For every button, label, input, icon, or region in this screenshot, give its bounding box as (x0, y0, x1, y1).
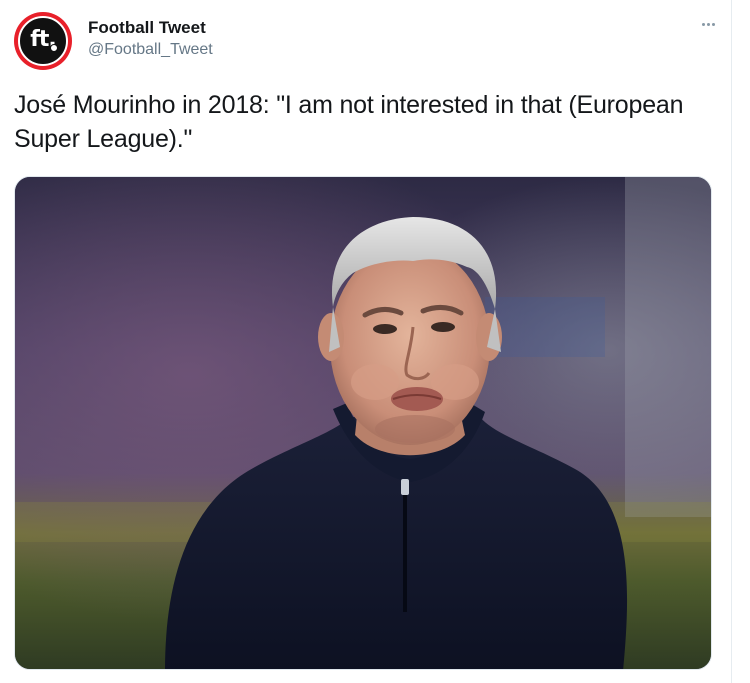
avatar-logo: ft. (18, 16, 68, 66)
photo-illustration (15, 177, 711, 669)
author-handle[interactable]: @Football_Tweet (88, 39, 213, 61)
tweet-card: ft. Football Tweet @Football_Tweet José … (0, 0, 750, 683)
more-dot (711, 22, 715, 26)
author-info: Football Tweet @Football_Tweet (88, 18, 213, 61)
more-horizontal-icon[interactable] (696, 14, 720, 34)
more-dot (701, 22, 705, 26)
divider (731, 0, 732, 683)
football-icon (50, 44, 58, 52)
tweet-header: ft. Football Tweet @Football_Tweet (14, 12, 720, 72)
tweet-photo[interactable] (14, 176, 712, 670)
tweet-text: José Mourinho in 2018: "I am not interes… (14, 91, 684, 153)
author-display-name[interactable]: Football Tweet (88, 18, 213, 38)
avatar[interactable]: ft. (14, 12, 72, 70)
more-dot (706, 22, 710, 26)
